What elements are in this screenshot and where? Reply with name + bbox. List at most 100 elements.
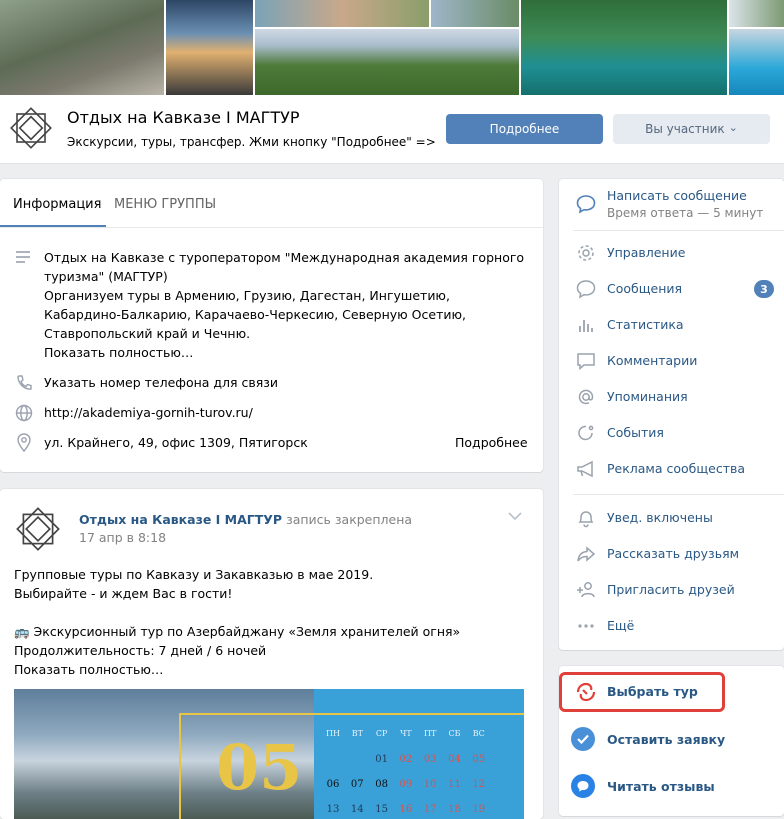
location-pin-icon [17, 433, 31, 452]
choose-tour-app[interactable]: Выбрать тур [607, 684, 698, 699]
pinned-post: Отдых на Кавказе I МАГТУР запись закрепл… [0, 489, 543, 819]
calendar-day: 03 [423, 754, 437, 765]
sunset-peaks-photo[interactable] [166, 0, 253, 95]
description-line-4: Кабардино-Балкарию, Карачаево-Черкесию, … [44, 307, 466, 322]
calendar-day: 14 [350, 804, 364, 815]
post-line-4: 🚌 Экскурсионный тур по Азербайджану «Зем… [14, 624, 461, 639]
calendar-month-number: 05 [216, 731, 303, 804]
hiker-rocks-photo[interactable] [255, 0, 429, 27]
calendar-day: 13 [326, 804, 340, 815]
address-more-link[interactable]: Подробнее [455, 433, 528, 452]
leave-request-app[interactable]: Оставить заявку [607, 732, 725, 747]
megaphone-icon [577, 460, 593, 478]
sidebar-item-share[interactable]: Рассказать друзьям [607, 546, 739, 561]
member-status-button[interactable]: Вы участник ⌄ [613, 114, 770, 144]
show-more-link[interactable]: Показать полностью… [44, 343, 193, 362]
community-header: Отдых на Кавказе I МАГТУР Экскурсии, тур… [0, 95, 784, 164]
globe-icon [15, 404, 33, 422]
at-sign-icon [578, 389, 594, 405]
messages-count-badge: 3 [754, 280, 774, 298]
sidebar-item-mentions[interactable]: Упоминания [607, 389, 688, 404]
calendar-day: 16 [399, 804, 413, 815]
sidebar-divider-2 [573, 494, 784, 495]
tab-group-menu[interactable]: МЕНЮ ГРУППЫ [114, 197, 216, 212]
calendar-weekday: ПТ [424, 729, 437, 738]
post-line-1: Групповые туры по Кавказу и Закавказью в… [14, 567, 374, 582]
bell-icon [578, 511, 594, 528]
messages-icon [576, 280, 596, 299]
sidebar-item-events[interactable]: События [607, 425, 664, 440]
gear-icon [578, 245, 594, 261]
sidebar-item-advertising[interactable]: Реклама сообщества [607, 461, 745, 476]
page-subtitle: Экскурсии, туры, трансфер. Жми кнопку "П… [67, 135, 436, 149]
calendar-day: 06 [326, 779, 340, 790]
info-card: Информация МЕНЮ ГРУППЫ Отдых на Кавказе … [0, 179, 543, 472]
address-link[interactable]: ул. Крайнего, 49, офис 1309, Пятигорск [44, 433, 308, 452]
post-pinned-label: запись закреплена [286, 512, 413, 527]
pool-group-photo[interactable] [729, 29, 784, 95]
statistics-icon [579, 320, 593, 332]
chevron-down-icon: ⌄ [728, 120, 738, 134]
calendar-day: 18 [448, 804, 461, 815]
read-reviews-app[interactable]: Читать отзывы [607, 779, 715, 794]
share-icon [577, 546, 596, 562]
chevron-down-icon[interactable] [507, 510, 523, 522]
calendar-day: 12 [472, 779, 486, 790]
member-status-label: Вы участник [645, 122, 725, 136]
message-bubble-icon [576, 195, 596, 214]
response-time-label: Время ответа — 5 минут [607, 206, 764, 220]
mountain-lake-photo[interactable] [431, 0, 519, 27]
community-logo-icon[interactable] [8, 105, 54, 151]
description-line-5: Ставропольский край и Чечню. [44, 326, 251, 341]
reflection-lake-photo[interactable] [521, 0, 727, 95]
choose-tour-icon [576, 682, 596, 702]
description-line-2: туризма" (МАГТУР) [44, 269, 168, 284]
add-user-icon [577, 582, 595, 598]
website-link[interactable]: http://akademiya-gornih-turov.ru/ [44, 403, 253, 422]
post-author-link[interactable]: Отдых на Кавказе I МАГТУР [79, 512, 282, 527]
phone-link[interactable]: Указать номер телефона для связи [44, 373, 278, 392]
post-author-avatar[interactable] [14, 505, 62, 553]
details-button[interactable]: Подробнее [446, 114, 603, 144]
calendar-day: 17 [423, 804, 437, 815]
write-message-link[interactable]: Написать сообщение [607, 188, 747, 203]
calendar-weekday: ВТ [351, 729, 363, 738]
calendar-weekday: ЧТ [400, 729, 412, 738]
calendar-day: 19 [472, 804, 486, 815]
cover-photos [0, 0, 784, 95]
calendar-day: 05 [472, 754, 486, 765]
sidebar-item-notifications[interactable]: Увед. включены [607, 510, 713, 525]
calendar-day: 04 [448, 754, 461, 765]
sidebar-item-invite[interactable]: Пригласить друзей [607, 582, 735, 597]
calendar-day: 10 [423, 779, 437, 790]
calendar-weekday: ПН [326, 729, 340, 738]
post-line-2: Выбирайте - и ждем Вас в гости! [14, 586, 233, 601]
leave-request-icon [571, 727, 595, 751]
description-line-3: Организуем туры в Армению, Грузию, Дагес… [44, 288, 450, 303]
description-icon [16, 251, 30, 263]
post-line-5: Продолжительность: 7 дней / 6 ночей [14, 643, 267, 658]
calendar-day: 09 [399, 779, 413, 790]
page-title: Отдых на Кавказе I МАГТУР [67, 108, 300, 127]
calendar-day: 02 [399, 754, 413, 765]
tab-information[interactable]: Информация [13, 197, 101, 212]
phone-icon [17, 375, 32, 390]
sidebar-item-more[interactable]: Ещё [607, 618, 634, 633]
mountain-hikers-photo[interactable] [0, 0, 164, 95]
calendar-day: 01 [375, 754, 388, 765]
waterfall-photo[interactable] [729, 0, 784, 27]
mountain-forest-church-photo[interactable] [255, 29, 519, 95]
sidebar-item-comments[interactable]: Комментарии [607, 353, 697, 368]
calendar-weekday: СБ [448, 729, 461, 738]
sidebar-divider-1 [573, 230, 784, 231]
post-date[interactable]: 17 апр в 8:18 [79, 530, 166, 545]
sidebar-item-messages[interactable]: Сообщения [607, 281, 682, 296]
calendar-weekday: ВС [472, 729, 485, 738]
sidebar-item-statistics[interactable]: Статистика [607, 317, 684, 332]
post-show-more-link[interactable]: Показать полностью… [14, 660, 163, 679]
calendar-day: 07 [350, 779, 364, 790]
sidebar-item-manage[interactable]: Управление [607, 245, 685, 260]
calendar-day: 08 [375, 779, 388, 790]
more-dots-icon [578, 624, 594, 628]
post-header: Отдых на Кавказе I МАГТУР запись закрепл… [79, 512, 412, 527]
